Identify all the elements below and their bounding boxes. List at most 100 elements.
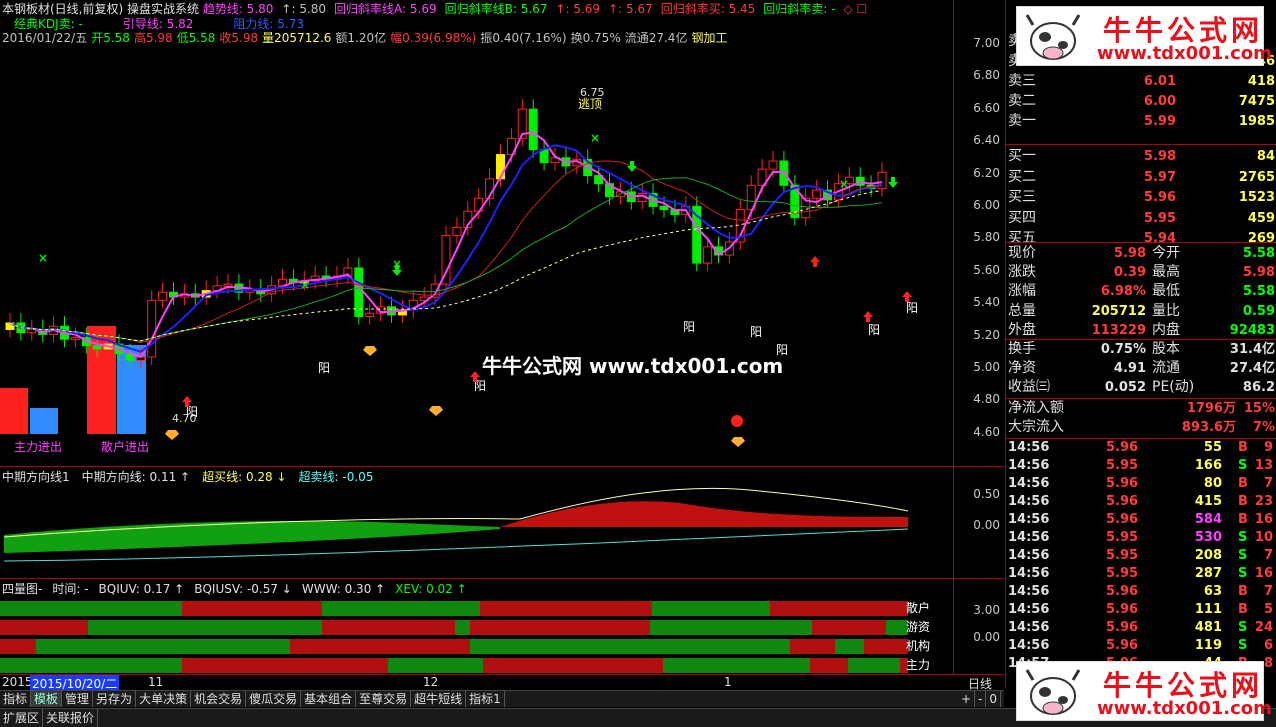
toolbar-tab-0[interactable]: 指标 [0, 691, 32, 707]
header-indicator-4: ↑: 5.69 [555, 2, 601, 16]
quote-stat2-row: 换手 0.75% 股本 31.4亿 [1008, 341, 1275, 357]
toolbar-tab-10[interactable]: 指标1 [466, 691, 505, 707]
ohlc-field-4: 收5.98 [219, 31, 259, 45]
price-tick: 5.20 [973, 327, 1000, 342]
price-tick: 6.00 [973, 198, 1000, 212]
header-indicator2-0: 经典KDJ卖: - [14, 17, 83, 31]
bid-row: 买一 5.98 84 [1008, 148, 1275, 164]
ohlc-field-6: 额1.20亿 [335, 31, 387, 45]
zoom-out-button[interactable]: - [975, 691, 987, 707]
candle [70, 337, 80, 341]
volume-segment [470, 639, 790, 654]
candle [659, 205, 669, 211]
volume-segment [182, 601, 322, 616]
volume-segment [388, 658, 483, 673]
diamond-icon [165, 430, 179, 440]
sun-signal-label: 阳 [868, 323, 880, 337]
direction-line-pane[interactable]: 中期方向线1 中期方向线: 0.11 ↑ 超买线: 0.28 ↓ 超卖线: -0.05 [0, 466, 953, 578]
trade-tick-row: 14:56 5.95 287 S 16 [1008, 566, 1273, 581]
header-indicator-6: 回归斜率买: 5.45 [660, 2, 756, 16]
price-tick: 6.60 [973, 100, 1000, 115]
toolbar-tab-8[interactable]: 至尊交易 [356, 691, 412, 707]
header-indicator-0: 趋势线: 5.80 [202, 2, 274, 16]
sun-signal-label: 阳 [318, 361, 330, 375]
header-indicator-7: 回归斜率卖: - [763, 2, 836, 16]
volume-segment [322, 601, 480, 616]
ask-row: 卖三 6.01 418 [1008, 73, 1275, 89]
toolbar-tab-6[interactable]: 傻瓜交易 [246, 691, 302, 707]
volume-segment [182, 658, 388, 673]
price-tick: 5.40 [973, 295, 1000, 310]
ohlc-field-1: 开5.58 [91, 31, 130, 45]
candle [147, 299, 157, 358]
buy-arrow-icon [810, 256, 820, 267]
ohlc-info-line: 2016/01/22/五 开5.58 高5.98 低5.58 收5.98 量205712.… [2, 30, 731, 46]
candle [768, 160, 778, 170]
toolbar-tab-7[interactable]: 基本组合 [301, 691, 357, 707]
main-chart-pane[interactable]: 主力进出 散户进出 6.75 逃顶 4.70 阳阳阳阳阳阳阳阳 × × × × × [0, 46, 953, 466]
header-indicator-3: 回归斜率线B: 5.67 [444, 2, 548, 16]
toolbar-tab-9[interactable]: 超牛短线 [411, 691, 467, 707]
trade-tick-row: 14:56 5.96 119 S 6 [1008, 638, 1273, 653]
cross-signal-icon: × [839, 177, 849, 191]
volume-segment [650, 620, 812, 635]
price-tick: 6.80 [973, 68, 1000, 83]
four-volume-pane[interactable]: 四量图- 时间: - BQIUV: 0.17 ↑ BQIUSV: -0.57 ↓ WWW… [0, 578, 953, 674]
bid-row: 买二 5.97 2765 [1008, 168, 1275, 185]
sell-arrow-icon [627, 161, 637, 172]
chart-header: 本钢板材(日线,前复权) 操盘实战系统 趋势线: 5.80 ↑: 5.80 回归斜率… [2, 1, 952, 17]
zoom-in-button[interactable]: + [958, 691, 976, 707]
volume-segment [290, 639, 470, 654]
volume-segment [470, 620, 650, 635]
volume-segment [864, 639, 908, 654]
trade-tick-row: 14:56 5.96 80 B 7 [1008, 476, 1273, 491]
tab-extension[interactable]: 扩展区 [0, 709, 44, 727]
escape-top-label: 逃顶 [578, 97, 602, 111]
trade-tick-row: 14:56 5.96 415 B 23 [1008, 494, 1273, 509]
volume-row-label: 游资 [906, 620, 930, 634]
header-indicator-5: ↑: 5.67 [608, 2, 653, 16]
quote-stat-row: 现价 5.98 今开 5.58 [1008, 245, 1275, 261]
pane2-axis: 0.50 0.00 [953, 466, 1004, 578]
date-jan: 1 [724, 675, 732, 689]
ohlc-field-11: 钢加工 [691, 31, 728, 45]
brand-url: www.tdx001.com [1097, 43, 1272, 64]
header-indicator2-1: 引导线: 5.82 [122, 17, 194, 31]
candlestick-chart[interactable]: 主力进出 散户进出6.75逃顶4.70阳阳阳阳 阳阳阳阳××××× [0, 46, 953, 466]
volume-segment [322, 620, 455, 635]
direction-line-chart [3, 487, 909, 562]
candle [365, 312, 375, 318]
toolbar-tab-3[interactable]: 另存为 [93, 691, 137, 707]
reset-button[interactable]: 0 [986, 691, 1002, 707]
cow-logo-icon [1025, 669, 1081, 715]
volume-segment [480, 601, 652, 616]
ohlc-field-3: 低5.58 [176, 31, 216, 45]
price-tick: 4.60 [973, 424, 1000, 439]
alert-dot-icon [731, 415, 743, 427]
sun-signal-label: 阳 [186, 405, 198, 419]
quote-stat2-row: 收益㈢ 0.052 PE(动) 86.2 [1008, 379, 1275, 396]
sun-signal-label: 阳 [906, 301, 918, 315]
price-tick: 7.00 [973, 36, 1000, 50]
date-dec: 12 [423, 675, 439, 689]
volume-segment [88, 620, 322, 635]
header-indicator2-2: 阻力线: 5.73 [233, 17, 304, 31]
toolbar-tab-4[interactable]: 大单决策 [136, 691, 192, 707]
toolbar-tab-2[interactable]: 管理 [62, 691, 94, 707]
bid-row: 买三 5.96 1523 [1008, 189, 1275, 205]
tab-related-quote[interactable]: 关联报价 [43, 709, 99, 727]
trade-tick-row: 14:56 5.96 481 S 24 [1008, 620, 1273, 635]
ask-row: 卖一 5.99 1985 [1008, 113, 1275, 129]
trade-tick-row: 14:56 5.96 584 B 16 [1008, 512, 1273, 527]
price-tick: 5.80 [973, 230, 1000, 245]
volume-segment [812, 620, 886, 635]
trade-tick-row: 14:56 5.96 55 B 9 [1008, 440, 1273, 455]
ohlc-field-2: 高5.98 [133, 31, 173, 45]
quote-stat-row: 总量 205712 量比 0.59 [1008, 302, 1275, 319]
quote-stat-row: 涨幅 6.98% 最低 5.58 [1008, 283, 1275, 300]
cross-signal-icon: × [38, 251, 48, 265]
diamond-icon [363, 346, 377, 356]
toolbar-tab-1[interactable]: 模板 [31, 691, 63, 707]
candle [92, 345, 102, 350]
toolbar-tab-5[interactable]: 机会交易 [191, 691, 247, 707]
